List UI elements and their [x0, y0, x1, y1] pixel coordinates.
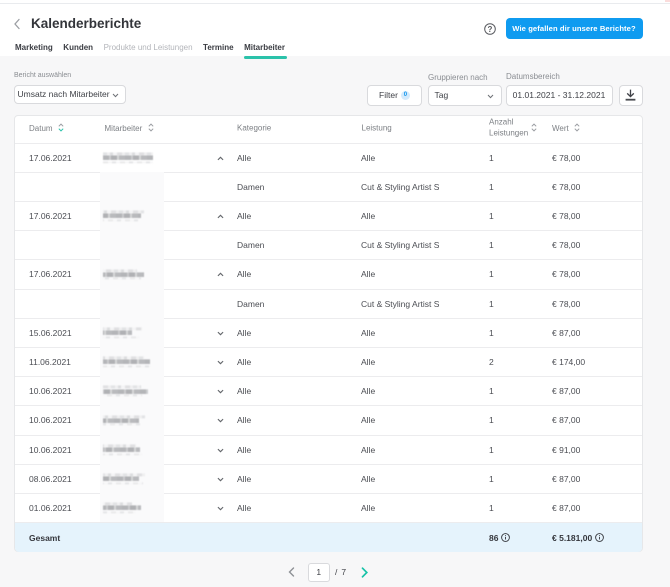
svg-text:?: ? [488, 24, 493, 33]
